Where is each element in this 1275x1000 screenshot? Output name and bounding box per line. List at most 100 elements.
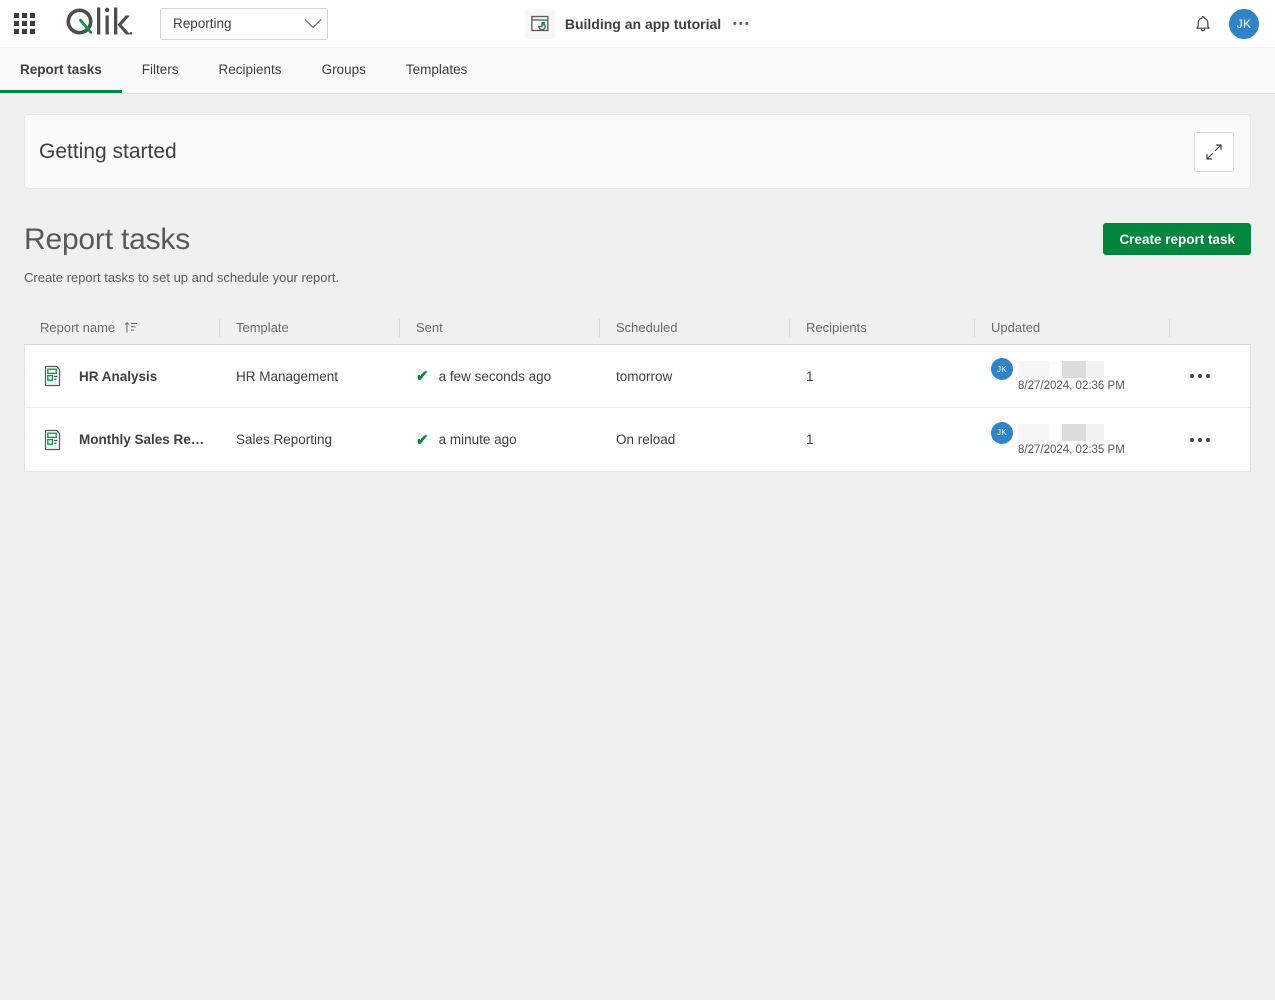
page-header-text: Report tasks Create report tasks to set … (24, 223, 339, 285)
app-title: Building an app tutorial (564, 15, 722, 32)
redact-block (1050, 360, 1062, 378)
expand-diagonal-icon[interactable] (1194, 131, 1234, 172)
column-label: Sent (416, 320, 443, 335)
redact-block (1062, 360, 1086, 378)
updated-by: JK (991, 358, 1104, 380)
tab-filters[interactable]: Filters (122, 48, 199, 93)
row-actions-icon[interactable] (1186, 432, 1214, 448)
check-icon: ✔ (416, 368, 429, 385)
tab-recipients[interactable]: Recipients (199, 48, 302, 93)
cell-sent: ✔ a few seconds ago (400, 367, 600, 385)
dot (745, 22, 749, 25)
sort-ascending-glyph (124, 322, 138, 333)
cell-sent: ✔ a minute ago (400, 431, 600, 449)
cell-actions (1170, 368, 1243, 384)
sort-ascending-icon[interactable] (124, 321, 138, 334)
qlik-logo[interactable] (62, 5, 132, 43)
grid-dot (21, 13, 27, 18)
grid-dot (21, 21, 27, 26)
grid-dot (13, 21, 19, 26)
cell-updated: JK 8/27/2024, 02:35 PM (975, 421, 1170, 456)
redact-block (1062, 424, 1086, 441)
report-name-label: HR Analysis (79, 368, 158, 384)
column-label: Template (236, 320, 289, 335)
getting-started-title: Getting started (39, 139, 177, 163)
report-document-glyph (44, 429, 61, 450)
cell-template: HR Management (236, 368, 339, 384)
tab-report-tasks[interactable]: Report tasks (0, 48, 122, 93)
redact-block (1018, 424, 1050, 441)
tab-label: Filters (141, 61, 179, 77)
avatar[interactable]: JK (1229, 8, 1259, 39)
row-actions-icon[interactable] (1186, 368, 1214, 384)
space-selector[interactable]: Reporting (160, 7, 328, 40)
cell-scheduled: On reload (616, 432, 676, 447)
report-document-icon (41, 364, 65, 388)
expand-glyph (1206, 143, 1222, 160)
sent-label: a minute ago (438, 432, 517, 447)
table-row[interactable]: Monthly Sales Rep… Sales Reporting ✔ a m… (25, 408, 1250, 471)
tab-templates[interactable]: Templates (386, 48, 488, 93)
dot (1206, 374, 1210, 378)
column-label: Updated (991, 320, 1041, 335)
dot (1206, 437, 1210, 442)
cell-actions (1170, 432, 1243, 448)
app-context: Building an app tutorial (524, 8, 750, 39)
redact-block (1086, 424, 1104, 441)
column-label: Scheduled (616, 320, 678, 335)
cell-recipients: 1 (806, 368, 814, 384)
dot (1198, 437, 1202, 442)
table-body: HR Analysis HR Management ✔ a few second… (24, 345, 1251, 472)
app-sheet-icon (524, 8, 555, 39)
grid-dot (13, 13, 19, 18)
cell-template: Sales Reporting (236, 432, 333, 447)
check-icon: ✔ (416, 431, 429, 449)
column-header-report-name[interactable]: Report name (24, 319, 219, 337)
page-header: Report tasks Create report tasks to set … (24, 223, 1251, 285)
dot (739, 22, 743, 25)
bell-icon[interactable] (1193, 14, 1213, 34)
redacted-name (1018, 424, 1104, 441)
grid-dot (21, 29, 27, 34)
cell-report-name[interactable]: Monthly Sales Rep… (25, 428, 220, 452)
getting-started-panel: Getting started (24, 114, 1251, 189)
redact-block (1050, 424, 1062, 441)
cell-report-name[interactable]: HR Analysis (25, 364, 220, 388)
tab-groups[interactable]: Groups (302, 48, 386, 93)
avatar: JK (991, 358, 1013, 380)
dot (1190, 437, 1194, 442)
column-header-template[interactable]: Template (219, 318, 399, 337)
grid-dot (29, 13, 35, 18)
avatar: JK (991, 421, 1013, 444)
page-subtitle: Create report tasks to set up and schedu… (24, 270, 340, 285)
tab-label: Report tasks (20, 61, 102, 77)
tab-label: Templates (405, 61, 468, 77)
main-content: Getting started Report tasks Create repo… (0, 94, 1275, 472)
chevron-down-icon (304, 10, 322, 28)
column-header-scheduled[interactable]: Scheduled (599, 318, 789, 337)
grid-dot (29, 29, 35, 34)
cell-recipients: 1 (806, 432, 814, 447)
column-header-recipients[interactable]: Recipients (789, 318, 974, 337)
page-title: Report tasks (24, 223, 190, 256)
table-row[interactable]: HR Analysis HR Management ✔ a few second… (25, 345, 1250, 408)
column-header-sent[interactable]: Sent (399, 318, 599, 337)
space-selector-value: Reporting (173, 16, 232, 31)
top-bar-right: JK (1193, 8, 1275, 39)
column-label: Report name (40, 320, 116, 335)
app-launcher-icon[interactable] (12, 12, 36, 36)
dot (733, 22, 737, 25)
column-header-updated[interactable]: Updated (974, 318, 1169, 337)
redacted-name (1018, 360, 1104, 378)
ellipsis-horizontal-icon[interactable] (731, 18, 750, 29)
grid-dot (13, 29, 19, 34)
report-document-glyph (44, 365, 61, 387)
report-tasks-table: Report name Template Sent Scheduled Reci… (24, 311, 1251, 472)
cell-scheduled: tomorrow (616, 368, 673, 384)
qlik-logo-mark (66, 7, 132, 35)
report-document-icon (41, 428, 65, 452)
tab-label: Recipients (218, 61, 282, 77)
column-label: Recipients (806, 320, 867, 335)
dot (1198, 374, 1202, 378)
create-report-task-button[interactable]: Create report task (1103, 223, 1251, 255)
